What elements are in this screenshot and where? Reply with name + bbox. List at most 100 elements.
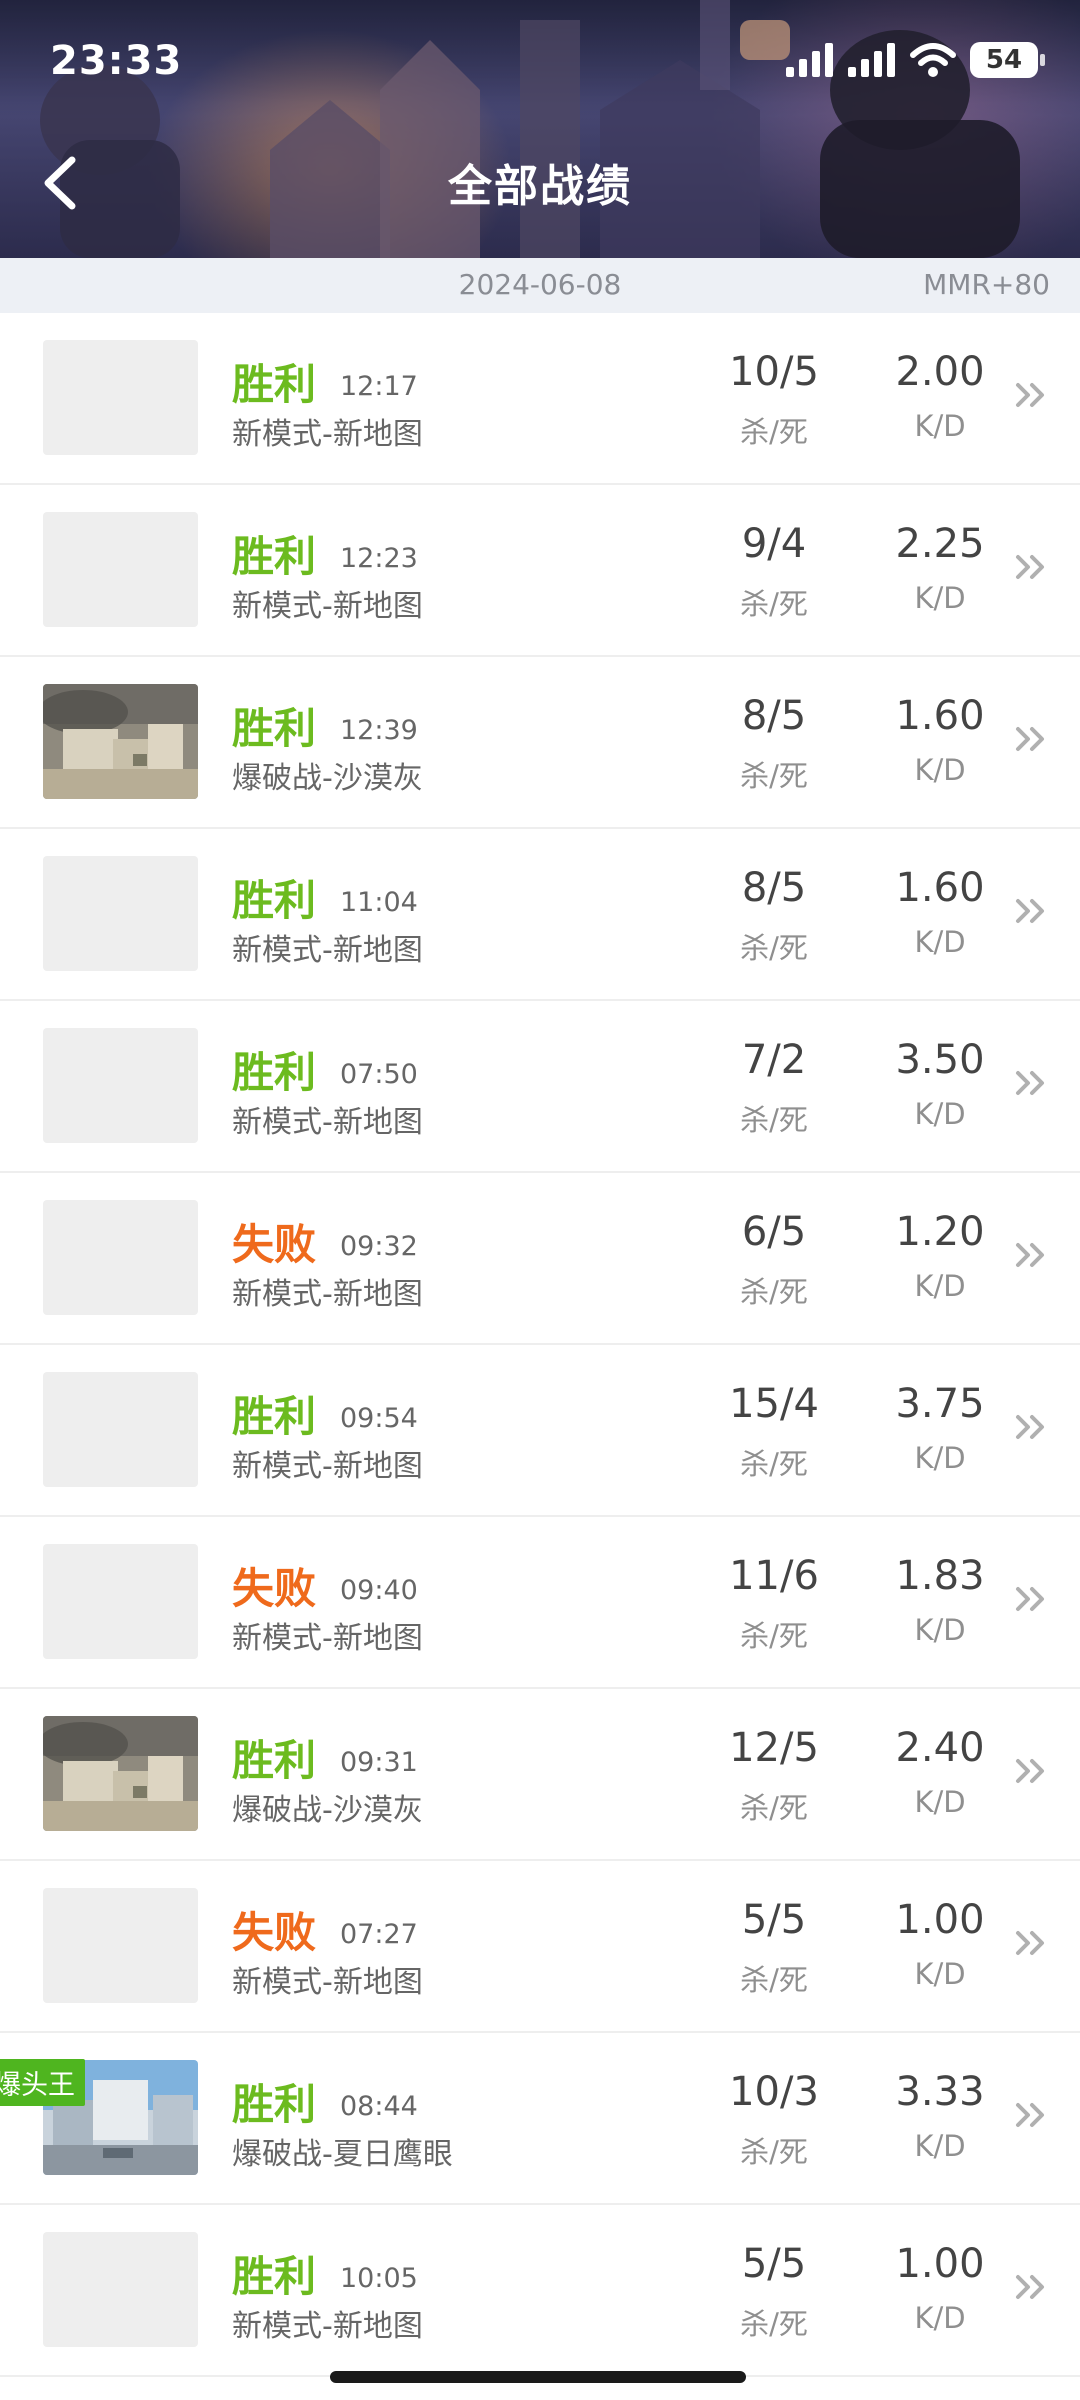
match-time: 09:54 [340, 1403, 418, 1434]
kills-deaths-label: 杀/死 [740, 587, 808, 621]
match-time: 10:05 [340, 2263, 418, 2294]
match-row[interactable]: 失败 09:32 新模式-新地图 6/5 杀/死 1.20 K/D [0, 1173, 1080, 1345]
match-time: 09:32 [340, 1231, 418, 1262]
match-result: 失败 [232, 1908, 317, 1957]
cellular-signal-2-icon [848, 43, 895, 77]
map-thumbnail [43, 1888, 198, 2003]
kills-deaths-label: 杀/死 [740, 415, 808, 449]
kd-ratio-label: K/D [914, 1441, 966, 1475]
match-time: 07:27 [340, 1919, 418, 1950]
map-thumbnail [43, 1544, 198, 1659]
cellular-signal-icon [786, 43, 833, 77]
date-bar: 2024-06-08 MMR+80 [0, 258, 1080, 313]
kills-deaths-value: 8/5 [741, 865, 807, 911]
chevron-right-icon[interactable] [1014, 1409, 1048, 1445]
match-mode: 新模式-新地图 [232, 589, 423, 624]
kd-ratio-label: K/D [914, 1269, 966, 1303]
kills-deaths-value: 10/3 [729, 2069, 819, 2115]
match-list: 胜利 12:17 新模式-新地图 10/5 杀/死 2.00 K/D 胜利 12:23 新模式-新… [0, 313, 1080, 2377]
chevron-right-icon[interactable] [1014, 377, 1048, 413]
kd-ratio-value: 1.83 [895, 1553, 985, 1599]
map-thumbnail [43, 1716, 198, 1831]
kd-ratio-label: K/D [914, 409, 966, 443]
map-thumbnail [43, 684, 198, 799]
map-thumbnail [43, 856, 198, 971]
match-row[interactable]: 胜利 12:23 新模式-新地图 9/4 杀/死 2.25 K/D [0, 485, 1080, 657]
chevron-right-icon[interactable] [1014, 893, 1048, 929]
match-time: 12:17 [340, 371, 418, 402]
chevron-right-icon[interactable] [1014, 2097, 1048, 2133]
kd-ratio-label: K/D [914, 753, 966, 787]
kd-ratio-value: 3.50 [895, 1037, 985, 1083]
match-time: 09:31 [340, 1747, 418, 1778]
kills-deaths-label: 杀/死 [740, 1447, 808, 1481]
chevron-right-icon[interactable] [1014, 2269, 1048, 2305]
status-time: 23:33 [50, 38, 183, 84]
map-thumbnail [43, 1028, 198, 1143]
match-time: 09:40 [340, 1575, 418, 1606]
kills-deaths-value: 8/5 [741, 693, 807, 739]
kd-ratio-label: K/D [914, 1097, 966, 1131]
desert-map-thumbnail [43, 1716, 198, 1831]
map-thumbnail [43, 512, 198, 627]
kills-deaths-value: 15/4 [729, 1381, 819, 1427]
match-result: 胜利 [232, 360, 317, 409]
chevron-right-icon[interactable] [1014, 1065, 1048, 1101]
match-mode: 新模式-新地图 [232, 417, 423, 452]
date-label: 2024-06-08 [458, 268, 622, 301]
kills-deaths-label: 杀/死 [740, 1791, 808, 1825]
kd-ratio-label: K/D [914, 925, 966, 959]
kd-ratio-value: 1.20 [895, 1209, 985, 1255]
match-mode: 爆破战-夏日鹰眼 [232, 2137, 453, 2172]
chevron-right-icon[interactable] [1014, 1753, 1048, 1789]
match-row[interactable]: 胜利 07:50 新模式-新地图 7/2 杀/死 3.50 K/D [0, 1001, 1080, 1173]
match-row[interactable]: 胜利 10:05 新模式-新地图 5/5 杀/死 1.00 K/D [0, 2205, 1080, 2377]
header-banner: 23:33 54 全部战绩 [0, 0, 1080, 258]
kills-deaths-label: 杀/死 [740, 2135, 808, 2169]
match-mode: 新模式-新地图 [232, 1105, 423, 1140]
kd-ratio-value: 1.00 [895, 2241, 985, 2287]
match-result: 失败 [232, 1220, 317, 1269]
match-time: 11:04 [340, 887, 418, 918]
chevron-right-icon[interactable] [1014, 721, 1048, 757]
match-result: 胜利 [232, 532, 317, 581]
match-row[interactable]: 胜利 09:31 爆破战-沙漠灰 12/5 杀/死 2.40 K/D [0, 1689, 1080, 1861]
kills-deaths-label: 杀/死 [740, 759, 808, 793]
match-time: 12:39 [340, 715, 418, 746]
match-row[interactable]: 胜利 12:39 爆破战-沙漠灰 8/5 杀/死 1.60 K/D [0, 657, 1080, 829]
chevron-right-icon[interactable] [1014, 1925, 1048, 1961]
kills-deaths-label: 杀/死 [740, 1103, 808, 1137]
match-row[interactable]: 胜利 09:54 新模式-新地图 15/4 杀/死 3.75 K/D [0, 1345, 1080, 1517]
kills-deaths-label: 杀/死 [740, 1963, 808, 1997]
match-mode: 爆破战-沙漠灰 [232, 1793, 423, 1828]
page-title: 全部战绩 [448, 161, 632, 212]
kills-deaths-value: 11/6 [729, 1553, 819, 1599]
status-icons: 54 [786, 42, 1045, 78]
match-result: 胜利 [232, 1736, 317, 1785]
kills-deaths-value: 7/2 [741, 1037, 807, 1083]
desert-map-thumbnail [43, 684, 198, 799]
match-time: 07:50 [340, 1059, 418, 1090]
match-mode: 新模式-新地图 [232, 2309, 423, 2344]
match-result: 胜利 [232, 704, 317, 753]
kills-deaths-value: 12/5 [729, 1725, 819, 1771]
map-thumbnail [43, 1200, 198, 1315]
chevron-right-icon[interactable] [1014, 549, 1048, 585]
match-row[interactable]: 胜利 12:17 新模式-新地图 10/5 杀/死 2.00 K/D [0, 313, 1080, 485]
kills-deaths-value: 5/5 [741, 1897, 807, 1943]
match-row[interactable]: 失败 07:27 新模式-新地图 5/5 杀/死 1.00 K/D [0, 1861, 1080, 2033]
match-row[interactable]: 失败 09:40 新模式-新地图 11/6 杀/死 1.83 K/D [0, 1517, 1080, 1689]
map-thumbnail [43, 340, 198, 455]
kills-deaths-value: 5/5 [741, 2241, 807, 2287]
match-row[interactable]: 爆头王 胜利 08:44 爆破战-夏日鹰眼 10/3 杀/死 3.33 K/D [0, 2033, 1080, 2205]
chevron-right-icon[interactable] [1014, 1581, 1048, 1617]
match-row[interactable]: 胜利 11:04 新模式-新地图 8/5 杀/死 1.60 K/D [0, 829, 1080, 1001]
kd-ratio-value: 1.60 [895, 865, 985, 911]
kd-ratio-value: 2.00 [895, 349, 985, 395]
kills-deaths-value: 9/4 [741, 521, 807, 567]
match-time: 08:44 [340, 2091, 418, 2122]
kd-ratio-value: 2.40 [895, 1725, 985, 1771]
chevron-right-icon[interactable] [1014, 1237, 1048, 1273]
match-result: 胜利 [232, 876, 317, 925]
match-result: 胜利 [232, 1392, 317, 1441]
